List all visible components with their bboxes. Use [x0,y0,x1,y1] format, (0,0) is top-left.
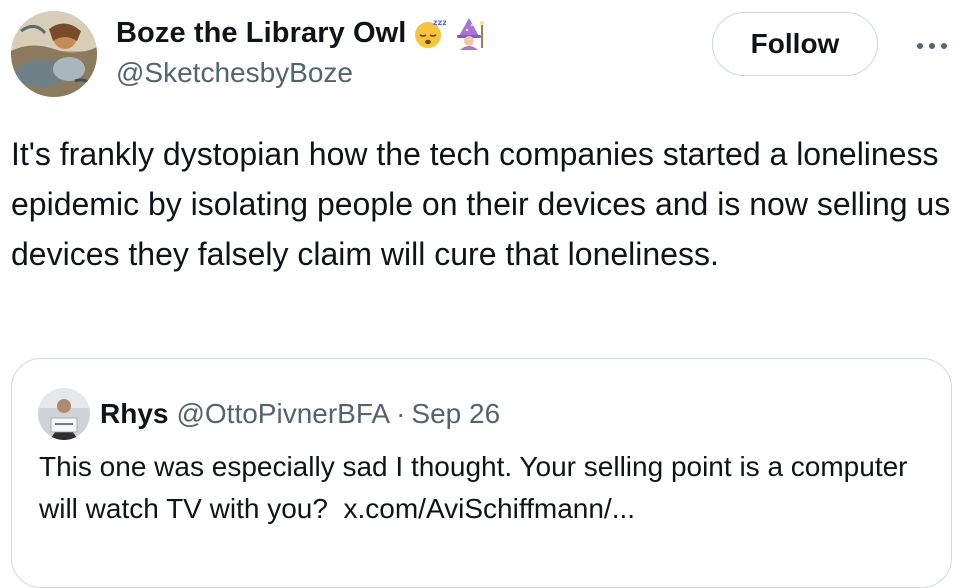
quoted-tweet-link[interactable]: x.com/AviSchiffmann/... [344,493,636,524]
author-avatar[interactable] [11,11,97,97]
quoted-author-avatar[interactable] [38,388,90,440]
author-name-row: Boze the Library Owl zzz [116,14,486,52]
quoted-tweet-text: This one was especially sad I thought. Y… [39,446,939,530]
sleeping-face-icon: zzz [412,16,446,50]
more-options-icon[interactable] [910,28,954,64]
svg-text:zzz: zzz [433,18,446,27]
tweet-body-text: It's frankly dystopian how the tech comp… [11,136,951,272]
author-display-name[interactable]: Boze the Library Owl [116,17,406,50]
author-handle[interactable]: @SketchesbyBoze [116,57,353,89]
quoted-tweet-header: Rhys @OttoPivnerBFA · Sep 26 [100,395,500,433]
quoted-author-handle[interactable]: @OttoPivnerBFA [176,398,390,430]
quoted-tweet-card[interactable]: Rhys @OttoPivnerBFA · Sep 26 This one wa… [11,358,952,588]
woman-mage-icon [452,16,486,50]
header-separator: · [396,398,406,429]
tweet-card: Boze the Library Owl zzz @SketchesbyBoze… [0,0,966,588]
quoted-author-name[interactable]: Rhys [100,398,168,430]
quoted-tweet-date[interactable]: Sep 26 [411,398,500,430]
follow-button[interactable]: Follow [712,12,878,76]
